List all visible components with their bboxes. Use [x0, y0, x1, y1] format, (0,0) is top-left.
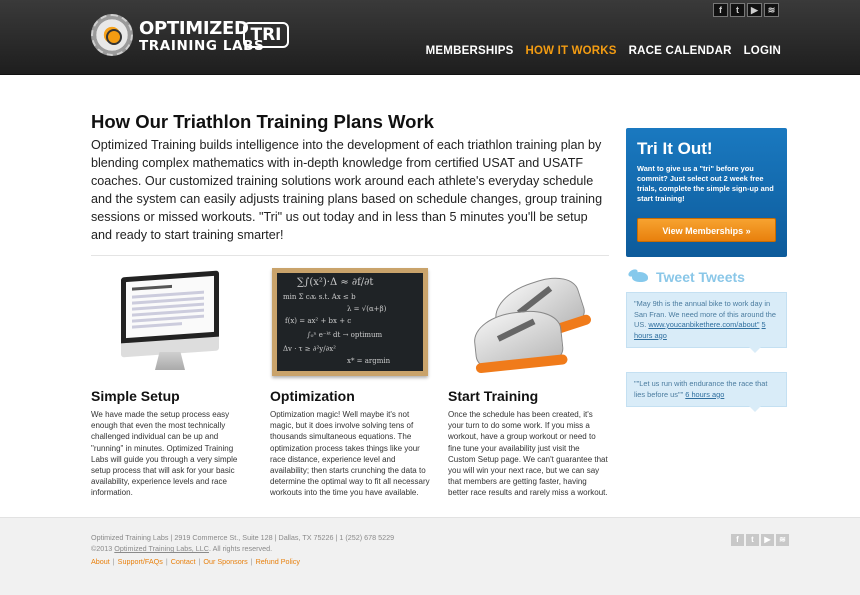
- tweets-title: Tweet Tweets: [656, 269, 745, 285]
- facebook-icon[interactable]: f: [731, 534, 744, 546]
- tri-it-out-promo: Tri It Out! Want to give us a "tri" befo…: [626, 128, 787, 257]
- youtube-icon[interactable]: ▶: [761, 534, 774, 546]
- running-shoes-illustration: [448, 268, 608, 383]
- copyright-prefix: ©2013: [91, 544, 115, 553]
- chalkboard-frame: ∑∫(x²)·Δ ≈ ∂f/∂t min Σ cᵢxᵢ s.t. Ax ≤ b …: [272, 268, 428, 376]
- link-separator: |: [250, 557, 253, 566]
- footer-link-sponsors[interactable]: Our Sponsors: [203, 557, 247, 566]
- copyright-company-link[interactable]: Optimized Training Labs, LLC: [114, 544, 209, 553]
- footer-link-support[interactable]: Support/FAQs: [118, 557, 163, 566]
- chalk-scribble: λ = √(α+β): [347, 305, 387, 313]
- tweet-bubble: "May 9th is the annual bike to work day …: [626, 292, 787, 353]
- chalk-scribble: f(x) = ax² + bx + c: [285, 317, 352, 325]
- footer-link-about[interactable]: About: [91, 557, 110, 566]
- logo-line1: OPTIMIZED: [139, 18, 249, 39]
- site-logo[interactable]: OPTIMIZED TRAINING LABS TRI: [91, 14, 291, 58]
- screen-line: [132, 322, 182, 329]
- footer-address: Optimized Training Labs | 2919 Commerce …: [91, 533, 395, 542]
- view-memberships-button[interactable]: View Memberships »: [637, 218, 776, 242]
- footer-links: About | Support/FAQs | Contact | Our Sponsors |…: [91, 557, 300, 566]
- facebook-icon[interactable]: f: [713, 3, 728, 17]
- footer-copyright: ©2013 Optimized Training Labs, LLC. All …: [91, 544, 272, 553]
- feature-title: Optimization: [270, 388, 355, 404]
- tweets-header: Tweet Tweets: [627, 267, 788, 289]
- feature-title: Start Training: [448, 388, 539, 404]
- chalk-scribble: ∫₀ⁿ e⁻ᵏᵗ dt → optimum: [307, 331, 383, 339]
- imac-illustration: [91, 268, 251, 383]
- rss-icon[interactable]: ≋: [776, 534, 789, 546]
- nav-login[interactable]: LOGIN: [744, 45, 781, 57]
- feature-optimization: ∑∫(x²)·Δ ≈ ∂f/∂t min Σ cᵢxᵢ s.t. Ax ≤ b …: [270, 268, 430, 499]
- rss-icon[interactable]: ≋: [764, 3, 779, 17]
- link-separator: |: [165, 557, 168, 566]
- promo-text: Want to give us a "tri" before you commi…: [637, 164, 774, 203]
- twitter-bird-icon: [627, 267, 650, 283]
- chalkboard-illustration: ∑∫(x²)·Δ ≈ ∂f/∂t min Σ cᵢxᵢ s.t. Ax ≤ b …: [270, 268, 430, 383]
- footer-link-refund-policy[interactable]: Refund Policy: [256, 557, 300, 566]
- chalk-scribble: ∑∫(x²)·Δ ≈ ∂f/∂t: [297, 277, 374, 288]
- nav-memberships[interactable]: MEMBERSHIPS: [426, 45, 514, 57]
- imac-stand: [155, 352, 185, 370]
- imac-screen-content: [126, 275, 214, 339]
- nav-race-calendar[interactable]: RACE CALENDAR: [629, 45, 732, 57]
- twitter-icon[interactable]: t: [746, 534, 759, 546]
- header-social-links: f t ▶ ≋: [713, 3, 779, 17]
- tweet-link[interactable]: www.youcanbikethere.com/about": [648, 320, 759, 329]
- shoe-front: [471, 307, 568, 374]
- tweet-time[interactable]: 6 hours ago: [685, 390, 724, 399]
- footer-social-links: f t ▶ ≋: [731, 534, 789, 546]
- shoe-sole: [475, 353, 568, 374]
- youtube-icon[interactable]: ▶: [747, 3, 762, 17]
- page-title: How Our Triathlon Training Plans Work: [91, 111, 434, 132]
- twitter-icon[interactable]: t: [730, 3, 745, 17]
- promo-title: Tri It Out!: [637, 139, 713, 158]
- tweet-bubble: ""Let us run with endurance the race tha…: [626, 372, 787, 412]
- nav-how-it-works[interactable]: HOW IT WORKS: [525, 45, 616, 57]
- gear-logo-icon: [91, 14, 133, 56]
- feature-text: We have made the setup process easy enou…: [91, 410, 238, 498]
- screen-line: [132, 284, 172, 291]
- chalk-scribble: x* = argmin: [347, 357, 391, 365]
- imac-screen: [121, 270, 219, 348]
- link-separator: |: [112, 557, 115, 566]
- copyright-suffix: . All rights reserved.: [208, 544, 273, 553]
- logo-gear-core: [106, 29, 122, 45]
- feature-text: Optimization magic! Well maybe it's not …: [270, 410, 430, 498]
- link-separator: |: [198, 557, 201, 566]
- footer-link-contact[interactable]: Contact: [171, 557, 196, 566]
- feature-simple-setup: Simple Setup We have made the setup proc…: [91, 268, 251, 499]
- shoe-stripe: [496, 318, 536, 342]
- feature-title: Simple Setup: [91, 388, 180, 404]
- bird-body: [632, 272, 648, 282]
- chalk-scribble: min Σ cᵢxᵢ s.t. Ax ≤ b: [283, 293, 356, 301]
- section-divider: [91, 255, 609, 256]
- site-header: OPTIMIZED TRAINING LABS TRI f t ▶ ≋ MEMB…: [0, 0, 860, 75]
- feature-text: Once the schedule has been created, it's…: [448, 410, 608, 498]
- logo-tri-badge: TRI: [243, 22, 289, 48]
- intro-paragraph: Optimized Training builds intelligence i…: [91, 138, 603, 242]
- chalk-scribble: Δv · τ ≥ ∂²y/∂x²: [283, 345, 336, 353]
- main-nav: MEMBERSHIPS HOW IT WORKS RACE CALENDAR L…: [426, 45, 781, 57]
- site-footer: Optimized Training Labs | 2919 Commerce …: [0, 517, 860, 595]
- feature-start-training: Start Training Once the schedule has bee…: [448, 268, 608, 499]
- chalkboard-surface: ∑∫(x²)·Δ ≈ ∂f/∂t min Σ cᵢxᵢ s.t. Ax ≤ b …: [277, 273, 423, 371]
